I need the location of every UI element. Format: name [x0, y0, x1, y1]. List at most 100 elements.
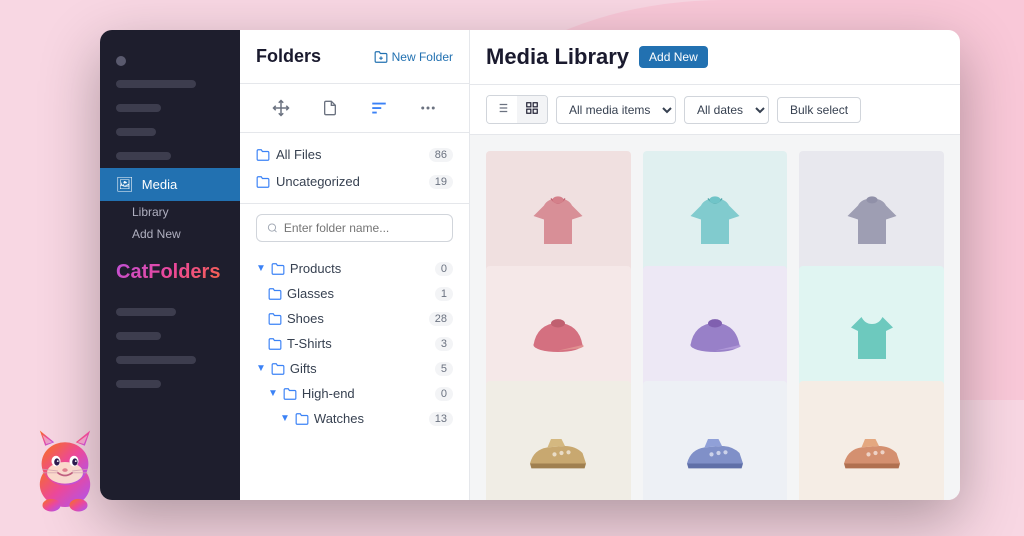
shoes-2-svg: [680, 418, 750, 488]
main-container: 🖼 Media Library Add New CatFolders Folde…: [100, 30, 960, 500]
highend-folder-icon: [283, 387, 297, 401]
hoodie-pink-svg: [523, 188, 593, 258]
list-view-icon: [495, 101, 509, 115]
tree-item-highend[interactable]: ▼ High-end 0: [240, 381, 469, 406]
media-item-shoes-2[interactable]: [643, 381, 788, 500]
products-label: Products: [290, 261, 341, 276]
sidebar-bar-2: [116, 104, 161, 112]
view-toggle: [486, 95, 548, 124]
tshirts-count: 3: [435, 337, 453, 351]
shoes-folder-icon: [268, 312, 282, 326]
shoes-label: Shoes: [287, 311, 324, 326]
glasses-folder-icon: [268, 287, 282, 301]
new-folder-icon: [374, 50, 388, 64]
folder-search-input[interactable]: [284, 221, 442, 235]
hoodie-gray-svg: [837, 188, 907, 258]
sidebar-item-placeholder-1[interactable]: [100, 120, 240, 144]
folder-count-section: All Files 86 Uncategorized 19: [240, 133, 469, 204]
folder-toolbar: [240, 84, 469, 133]
tshirt-teal-svg: [837, 303, 907, 373]
tree-item-watches[interactable]: ▼ Watches 13: [240, 406, 469, 431]
wp-sidebar: 🖼 Media Library Add New CatFolders: [100, 30, 240, 500]
gifts-count: 5: [435, 362, 453, 376]
media-toolbar: All media items All dates Bulk select: [470, 85, 960, 135]
tree-item-tshirts[interactable]: T-Shirts 3: [240, 331, 469, 356]
sidebar-bar-3: [116, 308, 176, 316]
tshirts-label: T-Shirts: [287, 336, 332, 351]
cat-mascot: [20, 426, 110, 516]
add-new-button[interactable]: Add New: [639, 46, 708, 68]
cap-pink-svg: [523, 303, 593, 373]
watches-label: Watches: [314, 411, 364, 426]
folders-title: Folders: [256, 46, 321, 67]
sidebar-bar-5: [116, 356, 196, 364]
media-item-shoes-3[interactable]: [799, 381, 944, 500]
list-view-button[interactable]: [487, 96, 517, 123]
grid-view-button[interactable]: [517, 96, 547, 123]
hoodie-teal-svg: [680, 188, 750, 258]
folder-tree: ▼ Products 0 Glasses 1: [240, 252, 469, 500]
media-icon: 🖼: [116, 176, 134, 193]
gifts-label: Gifts: [290, 361, 317, 376]
search-icon: [267, 222, 278, 234]
all-files-label: All Files: [276, 147, 322, 162]
watches-expand-icon: ▼: [280, 413, 290, 424]
bulk-select-button[interactable]: Bulk select: [777, 97, 861, 123]
toolbar-file-icon[interactable]: [316, 94, 344, 122]
tree-item-glasses[interactable]: Glasses 1: [240, 281, 469, 306]
sidebar-media-label: Media: [142, 177, 177, 192]
sidebar-addnew-link[interactable]: Add New: [100, 223, 240, 245]
sidebar-bar-1: [116, 80, 196, 88]
toolbar-sort-icon[interactable]: [365, 94, 393, 122]
sidebar-library-link[interactable]: Library: [100, 201, 240, 223]
media-grid: [470, 135, 960, 500]
media-item-shoes-1[interactable]: [486, 381, 631, 500]
watches-folder-icon: [295, 412, 309, 426]
catfolders-brand: CatFolders: [100, 245, 240, 300]
shoes-3-svg: [837, 418, 907, 488]
sidebar-item-media[interactable]: 🖼 Media: [100, 168, 240, 201]
shoes-count: 28: [429, 312, 453, 326]
tree-item-gifts[interactable]: ▼ Gifts 5: [240, 356, 469, 381]
media-panel: Media Library Add New A: [470, 30, 960, 500]
toolbar-more-icon[interactable]: [414, 94, 442, 122]
media-items-filter[interactable]: All media items: [556, 96, 676, 124]
new-folder-label: New Folder: [392, 50, 453, 64]
highend-label: High-end: [302, 386, 355, 401]
products-expand-icon: ▼: [256, 263, 266, 274]
uncategorized-label: Uncategorized: [276, 174, 360, 189]
all-files-item[interactable]: All Files 86: [256, 141, 453, 168]
products-folder-icon: [271, 262, 285, 276]
grid-view-icon: [525, 101, 539, 115]
uncategorized-count: 19: [429, 175, 453, 189]
products-count: 0: [435, 262, 453, 276]
sidebar-dot-1: [116, 56, 126, 66]
cap-purple-svg: [680, 303, 750, 373]
tshirts-folder-icon: [268, 337, 282, 351]
folders-header: Folders New Folder: [240, 30, 469, 84]
cat-mascot-svg: [20, 426, 110, 516]
gifts-folder-icon: [271, 362, 285, 376]
shoes-1-svg: [523, 418, 593, 488]
highend-expand-icon: ▼: [268, 388, 278, 399]
tree-item-products[interactable]: ▼ Products 0: [240, 256, 469, 281]
glasses-label: Glasses: [287, 286, 334, 301]
dates-filter[interactable]: All dates: [684, 96, 769, 124]
folders-panel: Folders New Folder: [240, 30, 470, 500]
sidebar-item-placeholder-2[interactable]: [100, 144, 240, 168]
uncategorized-icon: [256, 175, 270, 189]
glasses-count: 1: [435, 287, 453, 301]
new-folder-button[interactable]: New Folder: [374, 50, 453, 64]
watches-count: 13: [429, 412, 453, 426]
toolbar-move-icon[interactable]: [267, 94, 295, 122]
all-files-icon: [256, 148, 270, 162]
highend-count: 0: [435, 387, 453, 401]
tree-item-shoes[interactable]: Shoes 28: [240, 306, 469, 331]
sidebar-bar-6: [116, 380, 161, 388]
media-library-title: Media Library: [486, 44, 629, 70]
uncategorized-item[interactable]: Uncategorized 19: [256, 168, 453, 195]
sidebar-bar-4: [116, 332, 161, 340]
all-files-count: 86: [429, 148, 453, 162]
media-header: Media Library Add New: [470, 30, 960, 85]
folder-search-box[interactable]: [256, 214, 453, 242]
